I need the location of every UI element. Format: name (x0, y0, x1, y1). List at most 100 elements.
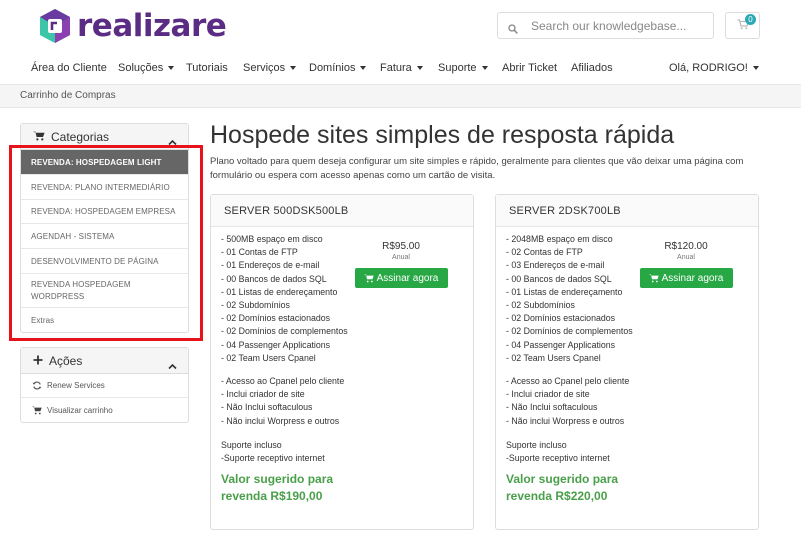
feature-line: - 04 Passenger Applications (221, 339, 331, 350)
action-label: Visualizar carrinho (47, 405, 113, 415)
feature-line: - Não Inclui softaculous (221, 402, 313, 413)
nav-afiliados[interactable]: Afiliados (571, 62, 613, 74)
billing-cycle: Anual (677, 254, 695, 261)
breadcrumb[interactable]: Carrinho de Compras (20, 90, 116, 101)
caret-down-icon (752, 66, 759, 71)
feature-line: - 03 Endereços de e-mail (506, 260, 605, 271)
user-greeting: Olá, RODRIGO! (669, 62, 748, 74)
feature-line: - Inclui criador de site (221, 389, 305, 400)
feature-line: - 01 Listas de endereçamento (506, 286, 623, 297)
site-header: realizare 0 Área do Cliente Soluções Tut… (0, 0, 801, 84)
page-description: Plano voltado para quem deseja configura… (210, 156, 744, 181)
suggested-price-line: revenda R$220,00 (506, 489, 608, 503)
chevron-up-icon[interactable] (168, 133, 177, 146)
actions-header[interactable]: Ações (21, 348, 188, 374)
feature-line: - 500MB espaço em disco (221, 234, 323, 244)
cart-button[interactable]: 0 (725, 12, 760, 39)
caret-down-icon (168, 66, 175, 71)
feature-line: - 02 Domínios estacionados (506, 313, 616, 324)
feature-spacer (221, 428, 348, 439)
nav-servicos[interactable]: Serviços (243, 62, 297, 74)
feature-line: - Não inclui Worpress e outros (221, 415, 340, 426)
feature-line: - 02 Domínios estacionados (221, 313, 331, 324)
feature-line: - 02 Domínios de complementos (506, 326, 633, 337)
feature-line: - Não inclui Worpress e outros (506, 415, 625, 426)
feature-spacer (221, 365, 348, 375)
feature-line: - 02 Team Users Cpanel (506, 352, 601, 363)
refresh-icon (32, 381, 42, 390)
nav-tutoriais[interactable]: Tutoriais (186, 62, 228, 74)
chevron-up-icon[interactable] (168, 357, 177, 370)
suggested-price-line: Valor sugerido para (221, 472, 334, 486)
feature-line: - 01 Listas de endereçamento (221, 286, 338, 297)
nav-suporte[interactable]: Suporte (438, 62, 488, 74)
nav-label: Tutoriais (186, 62, 228, 74)
feature-line: - 04 Passenger Applications (506, 339, 616, 350)
nav-label: Suporte (438, 62, 477, 74)
search-input[interactable] (531, 18, 701, 33)
price-box: R$120.00 Anual Assinar agora (638, 241, 734, 288)
feature-line: -Suporte receptivo internet (506, 453, 610, 464)
price: R$95.00 (382, 241, 420, 252)
search-icon (508, 21, 518, 34)
feature-line: Suporte incluso (506, 439, 567, 450)
breadcrumb-bar: Carrinho de Compras (0, 84, 801, 108)
feature-line: - 02 Team Users Cpanel (221, 352, 316, 363)
nav-label: Área do Cliente (31, 62, 107, 74)
highlight-box (9, 145, 203, 341)
categories-title: Categorias (51, 129, 110, 144)
feature-line: - Inclui criador de site (506, 389, 590, 400)
order-now-button[interactable]: Assinar agora (354, 268, 448, 288)
actions-title: Ações (49, 353, 83, 368)
nav-solucoes[interactable]: Soluções (118, 62, 175, 74)
feature-line: - 00 Bancos de dados SQL (221, 273, 327, 284)
cart-icon (648, 274, 659, 283)
logo[interactable]: realizare (37, 8, 227, 44)
price: R$120.00 (664, 241, 708, 252)
cart-count-badge: 0 (745, 14, 756, 25)
nav-label: Afiliados (571, 62, 613, 74)
order-now-button[interactable]: Assinar agora (639, 268, 733, 288)
price-box: R$95.00 Anual Assinar agora (353, 241, 449, 288)
logo-mark-icon (37, 8, 73, 44)
action-label: Renew Services (47, 381, 105, 390)
feature-line: -Suporte receptivo internet (221, 453, 325, 464)
feature-line: Suporte incluso (221, 439, 282, 450)
feature-line: - Não Inclui softaculous (506, 402, 598, 413)
suggested-price: Valor sugerido para revenda R$220,00 (506, 471, 618, 505)
action-view-cart[interactable]: Visualizar carrinho (21, 398, 188, 422)
nav-label: Domínios (309, 62, 356, 74)
feature-line: - 01 Contas de FTP (221, 247, 298, 258)
search-box[interactable] (497, 12, 714, 39)
page-title: Hospede sites simples de resposta rápida (210, 121, 675, 149)
feature-line: - 00 Bancos de dados SQL (506, 273, 612, 284)
product-card: SERVER 500DSK500LB - 500MB espaço em dis… (210, 194, 474, 530)
main-nav: Área do Cliente Soluções Tutoriais Servi… (0, 58, 801, 80)
order-now-label: Assinar agora (661, 272, 724, 284)
billing-cycle: Anual (392, 254, 410, 261)
actions-panel: Ações Renew Services Visualizar carrinho (20, 347, 189, 423)
feature-line: - Acesso ao Cpanel pelo cliente (506, 376, 630, 387)
nav-abrir-ticket[interactable]: Abrir Ticket (502, 62, 557, 74)
product-card: SERVER 2DSK700LB - 2048MB espaço em disc… (495, 194, 759, 530)
suggested-price: Valor sugerido para revenda R$190,00 (221, 471, 333, 505)
user-menu[interactable]: Olá, RODRIGO! (669, 62, 759, 74)
cart-icon (32, 406, 42, 415)
product-features: - 2048MB espaço em disco - 02 Contas de … (506, 233, 633, 465)
cart-icon (33, 128, 45, 146)
plus-icon (33, 352, 43, 370)
nav-label: Abrir Ticket (502, 62, 558, 74)
action-renew-services[interactable]: Renew Services (21, 374, 188, 398)
nav-dominios[interactable]: Domínios (309, 62, 367, 74)
caret-down-icon (290, 66, 297, 71)
nav-area-cliente[interactable]: Área do Cliente (31, 62, 107, 74)
nav-label: Soluções (118, 62, 164, 74)
suggested-price-line: Valor sugerido para (506, 472, 619, 486)
cart-icon (363, 274, 374, 283)
feature-line: - 02 Domínios de complementos (221, 326, 348, 337)
nav-fatura[interactable]: Fatura (380, 62, 423, 74)
feature-line: - Acesso ao Cpanel pelo cliente (221, 376, 345, 387)
suggested-price-line: revenda R$190,00 (221, 489, 323, 503)
brand-name: realizare (77, 8, 227, 44)
product-name: SERVER 500DSK500LB (211, 195, 473, 227)
